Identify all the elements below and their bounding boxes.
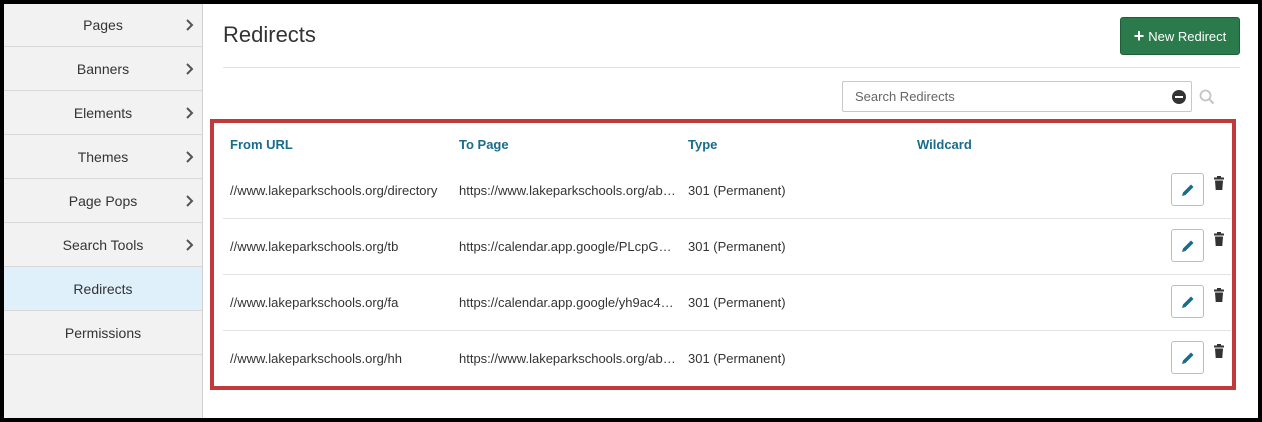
trash-icon[interactable]: [1213, 288, 1225, 302]
new-redirect-button[interactable]: + New Redirect: [1120, 17, 1240, 55]
sidebar-item-label: Elements: [73, 104, 133, 121]
from-url-cell: //www.lakeparkschools.org/tb: [230, 239, 399, 254]
sidebar-item-label: Search Tools: [62, 236, 144, 253]
divider: [223, 67, 1240, 68]
pencil-icon: [1181, 184, 1193, 196]
to-page-cell: https://calendar.app.google/yh9ac4…: [459, 295, 674, 310]
column-header-type[interactable]: Type: [688, 137, 717, 152]
sidebar-item-label: Page Pops: [68, 192, 138, 209]
pencil-icon: [1181, 240, 1193, 252]
sidebar-item-pages[interactable]: Pages: [4, 4, 202, 47]
pencil-icon: [1181, 352, 1193, 364]
sidebar-item-banners[interactable]: Banners: [4, 47, 202, 91]
app-window: Pages Banners Elements Themes Page Pops …: [0, 0, 1262, 422]
from-url-cell: //www.lakeparkschools.org/fa: [230, 295, 399, 310]
type-cell: 301 (Permanent): [688, 351, 786, 366]
from-url-cell: //www.lakeparkschools.org/directory: [230, 183, 438, 198]
chevron-right-icon: [186, 106, 194, 119]
edit-button[interactable]: [1171, 173, 1204, 206]
sidebar-item-elements[interactable]: Elements: [4, 91, 202, 135]
chevron-right-icon: [186, 150, 194, 163]
page-title: Redirects: [223, 22, 316, 47]
trash-icon[interactable]: [1213, 176, 1225, 190]
sidebar-item-label: Redirects: [73, 280, 133, 297]
pencil-icon: [1181, 296, 1193, 308]
redirects-table: From URL To Page Type Wildcard //www.lak…: [223, 123, 1231, 387]
from-url-cell: //www.lakeparkschools.org/hh: [230, 351, 402, 366]
chevron-right-icon: [186, 194, 194, 207]
chevron-right-icon: [186, 238, 194, 251]
new-redirect-label: New Redirect: [1148, 28, 1227, 44]
chevron-right-icon: [186, 19, 194, 31]
sidebar-item-redirects[interactable]: Redirects: [4, 267, 202, 311]
column-header-wildcard[interactable]: Wildcard: [917, 137, 972, 152]
to-page-cell: https://calendar.app.google/PLcpGB…: [459, 239, 679, 254]
search-input[interactable]: [843, 82, 1191, 111]
edit-button[interactable]: [1171, 229, 1204, 262]
column-header-from-url[interactable]: From URL: [230, 137, 293, 152]
sidebar-item-label: Permissions: [64, 324, 142, 341]
to-page-cell: https://www.lakeparkschools.org/ab…: [459, 183, 676, 198]
search-icon[interactable]: [1199, 89, 1215, 105]
sidebar: Pages Banners Elements Themes Page Pops …: [4, 4, 203, 418]
clear-search-icon[interactable]: [1172, 90, 1186, 104]
plus-icon: +: [1133, 26, 1145, 46]
sidebar-item-label: Banners: [76, 60, 130, 77]
type-cell: 301 (Permanent): [688, 183, 786, 198]
trash-icon[interactable]: [1213, 344, 1225, 358]
sidebar-item-label: Pages: [83, 17, 123, 33]
edit-button[interactable]: [1171, 285, 1204, 318]
table-row: //www.lakeparkschools.org/tb https://cal…: [223, 219, 1231, 275]
sidebar-item-search-tools[interactable]: Search Tools: [4, 223, 202, 267]
table-row: //www.lakeparkschools.org/fa https://cal…: [223, 275, 1231, 331]
type-cell: 301 (Permanent): [688, 295, 786, 310]
sidebar-item-permissions[interactable]: Permissions: [4, 311, 202, 355]
table-header: From URL To Page Type Wildcard: [223, 123, 1231, 163]
column-header-to-page[interactable]: To Page: [459, 137, 509, 152]
chevron-right-icon: [186, 62, 194, 75]
sidebar-item-label: Themes: [77, 148, 129, 165]
main-content: Redirects + New Redirect From URL To Pag…: [203, 4, 1258, 418]
to-page-cell: https://www.lakeparkschools.org/ab…: [459, 351, 676, 366]
table-row: //www.lakeparkschools.org/hh https://www…: [223, 331, 1231, 387]
type-cell: 301 (Permanent): [688, 239, 786, 254]
trash-icon[interactable]: [1213, 232, 1225, 246]
search-box: [842, 81, 1192, 112]
table-row: //www.lakeparkschools.org/directory http…: [223, 163, 1231, 219]
sidebar-item-page-pops[interactable]: Page Pops: [4, 179, 202, 223]
edit-button[interactable]: [1171, 341, 1204, 374]
sidebar-item-themes[interactable]: Themes: [4, 135, 202, 179]
